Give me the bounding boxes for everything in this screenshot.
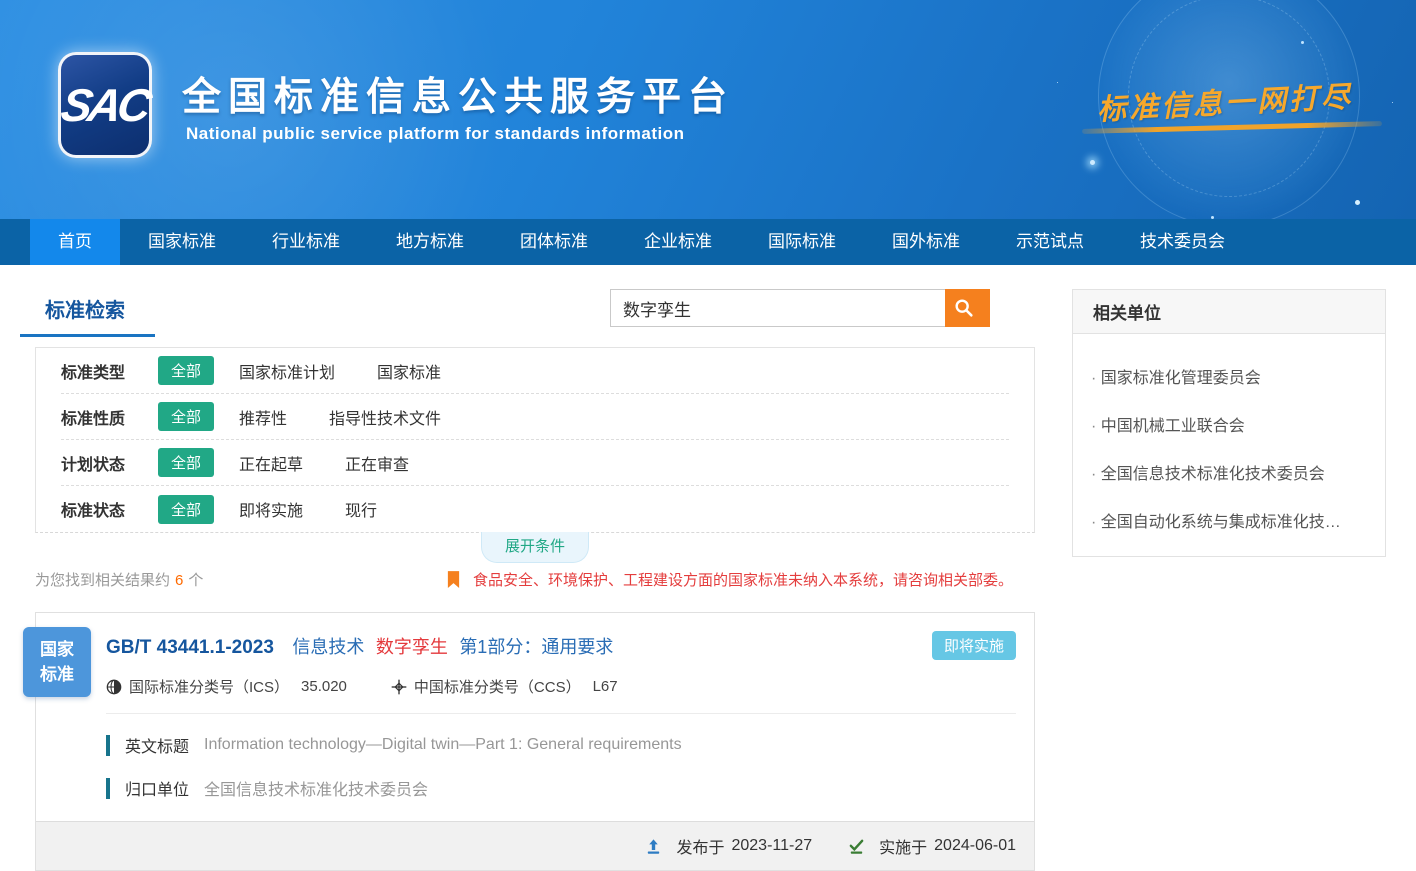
filter-label: 标准类型 [61, 359, 158, 383]
sidebar-title: 相关单位 [1073, 290, 1385, 334]
filter-all-button[interactable]: 全部 [158, 356, 214, 385]
results-count-number: 6 [175, 572, 183, 589]
nav-item-enterprise-standards[interactable]: 企业标准 [616, 219, 740, 265]
standard-type-badge: 国家 标准 [23, 627, 91, 697]
expand-wrap: 展开条件 [35, 533, 1035, 561]
sidebar-item-it-standardization-committee[interactable]: 全国信息技术标准化技术委员会 [1091, 460, 1367, 484]
published-label: 发布于 [676, 834, 724, 858]
search-icon [953, 297, 975, 319]
implemented-date: 2024-06-01 [934, 837, 1016, 855]
card-body: GB/T 43441.1-2023 信息技术 数字孪生 第1部分：通用要求 即将… [36, 613, 1034, 821]
site-title: 全国标准信息公共服务平台 [182, 66, 734, 122]
filter-option[interactable]: 推荐性 [239, 405, 287, 429]
notice-text: 食品安全、环境保护、工程建设方面的国家标准未纳入本系统，请咨询相关部委。 [473, 569, 1013, 590]
standard-code-link[interactable]: GB/T 43441.1-2023 [106, 637, 274, 658]
card-title-row: GB/T 43441.1-2023 信息技术 数字孪生 第1部分：通用要求 即将… [106, 633, 1016, 659]
card-classification-row: 国际标准分类号（ICS） 35.020 中国标准分类号（CCS） L67 [106, 676, 1016, 697]
nav-item-technical-committees[interactable]: 技术委员会 [1112, 219, 1253, 265]
filter-panel: 标准类型 全部 国家标准计划 国家标准 标准性质 全部 推荐性 指导性技术文件 … [35, 347, 1035, 533]
filter-option[interactable]: 指导性技术文件 [329, 405, 441, 429]
standard-title-part[interactable]: 信息技术 [292, 637, 364, 657]
filter-row-standard-type: 标准类型 全部 国家标准计划 国家标准 [61, 348, 1009, 394]
implemented-date-item: 实施于 2024-06-01 [848, 834, 1016, 858]
filter-option[interactable]: 正在起草 [239, 451, 303, 475]
sac-logo: SAC [58, 52, 152, 158]
filter-all-button[interactable]: 全部 [158, 448, 214, 477]
nav-item-national-standards[interactable]: 国家标准 [120, 219, 244, 265]
sparkle-dots [1090, 160, 1095, 165]
filter-all-button[interactable]: 全部 [158, 402, 214, 431]
nav-item-pilot-programs[interactable]: 示范试点 [988, 219, 1112, 265]
tab-standard-search[interactable]: 标准检索 [20, 289, 155, 337]
sidebar-list: 国家标准化管理委员会 中国机械工业联合会 全国信息技术标准化技术委员会 全国自动… [1073, 334, 1385, 556]
standard-title-highlight[interactable]: 数字孪生 [376, 637, 448, 657]
publish-upload-icon [645, 838, 662, 855]
search-and-results-column: 标准检索 标准类型 全部 国家标准计划 国家标准 标准性质 全部 推荐性 [35, 289, 1035, 871]
filter-option[interactable]: 现行 [345, 497, 377, 521]
filter-row-standard-nature: 标准性质 全部 推荐性 指导性技术文件 [61, 394, 1009, 440]
related-units-panel: 相关单位 国家标准化管理委员会 中国机械工业联合会 全国信息技术标准化技术委员会… [1072, 289, 1386, 557]
field-label: 英文标题 [125, 733, 189, 757]
filter-row-standard-status: 标准状态 全部 即将实施 现行 [61, 486, 1009, 532]
ics-value: 35.020 [301, 678, 347, 695]
nav-item-industry-standards[interactable]: 行业标准 [244, 219, 368, 265]
published-date-item: 发布于 2023-11-27 [645, 834, 812, 858]
field-value: 全国信息技术标准化技术委员会 [204, 776, 428, 800]
site-subtitle: National public service platform for sta… [186, 124, 684, 144]
sidebar-item-sac[interactable]: 国家标准化管理委员会 [1091, 364, 1367, 388]
system-notice: 食品安全、环境保护、工程建设方面的国家标准未纳入本系统，请咨询相关部委。 [446, 569, 1013, 590]
badge-line-1: 国家 [23, 637, 91, 662]
filter-row-plan-status: 计划状态 全部 正在起草 正在审查 [61, 440, 1009, 486]
published-date: 2023-11-27 [731, 837, 812, 855]
sidebar-item-machinery-federation[interactable]: 中国机械工业联合会 [1091, 412, 1367, 436]
results-count: 为您找到相关结果约 6个 [35, 569, 203, 590]
ccs-label: 中国标准分类号（CCS） [414, 676, 581, 697]
field-accent-bar [106, 735, 110, 756]
nav-item-home[interactable]: 首页 [30, 219, 120, 265]
field-row-english-title: 英文标题 Information technology—Digital twin… [106, 733, 1016, 757]
implemented-label: 实施于 [879, 834, 927, 858]
nav-item-group-standards[interactable]: 团体标准 [492, 219, 616, 265]
field-accent-bar [106, 778, 110, 799]
implement-check-icon [848, 838, 865, 855]
filter-option[interactable]: 即将实施 [239, 497, 303, 521]
ics-label: 国际标准分类号（ICS） [129, 676, 289, 697]
nav-item-international-standards[interactable]: 国际标准 [740, 219, 864, 265]
ccs-value: L67 [593, 678, 618, 695]
field-value: Information technology—Digital twin—Part… [204, 736, 682, 754]
site-header: SAC 全国标准信息公共服务平台 National public service… [0, 0, 1416, 219]
search-group [610, 289, 990, 327]
filter-label: 标准状态 [61, 497, 158, 521]
search-row: 标准检索 [35, 289, 1035, 347]
results-count-suffix: 个 [188, 572, 203, 589]
badge-line-2: 标准 [23, 662, 91, 687]
filter-all-button[interactable]: 全部 [158, 495, 214, 524]
field-label: 归口单位 [125, 776, 189, 800]
bookmark-icon [446, 571, 461, 588]
filter-option[interactable]: 国家标准 [377, 359, 441, 383]
ics-globe-icon [106, 679, 122, 695]
nav-item-foreign-standards[interactable]: 国外标准 [864, 219, 988, 265]
filter-option[interactable]: 国家标准计划 [239, 359, 335, 383]
standard-result-card: 国家 标准 GB/T 43441.1-2023 信息技术 数字孪生 第1部分：通… [35, 612, 1035, 871]
sidebar-item-automation-systems-committee[interactable]: 全国自动化系统与集成标准化技… [1091, 508, 1367, 532]
card-footer: 发布于 2023-11-27 实施于 2024-06-01 [36, 821, 1034, 870]
sac-logo-text: SAC [58, 78, 153, 132]
status-badge: 即将实施 [932, 631, 1016, 660]
search-input[interactable] [610, 289, 945, 327]
expand-conditions-button[interactable]: 展开条件 [481, 532, 589, 563]
ccs-crosshair-icon [391, 679, 407, 695]
nav-item-local-standards[interactable]: 地方标准 [368, 219, 492, 265]
card-divider [106, 713, 1016, 714]
search-button[interactable] [945, 289, 990, 327]
filter-option[interactable]: 正在审查 [345, 451, 409, 475]
filter-label: 标准性质 [61, 405, 158, 429]
standard-title-part[interactable]: 第1部分：通用要求 [459, 637, 613, 657]
results-summary-row: 为您找到相关结果约 6个 食品安全、环境保护、工程建设方面的国家标准未纳入本系统，… [35, 569, 1035, 590]
results-count-prefix: 为您找到相关结果约 [35, 572, 170, 589]
main-content: 标准检索 标准类型 全部 国家标准计划 国家标准 标准性质 全部 推荐性 [0, 265, 1416, 871]
main-nav: 首页 国家标准 行业标准 地方标准 团体标准 企业标准 国际标准 国外标准 示范… [0, 219, 1416, 265]
field-row-centralized-unit: 归口单位 全国信息技术标准化技术委员会 [106, 776, 1016, 800]
filter-label: 计划状态 [61, 451, 158, 475]
